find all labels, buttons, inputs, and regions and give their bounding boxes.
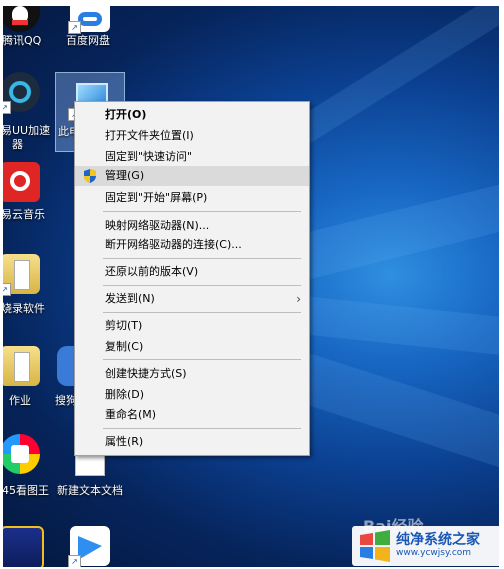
menu-item-properties[interactable]: 属性(R) (75, 432, 309, 452)
watermark-url: www.ycwjsy.com (396, 548, 472, 558)
site-watermark: 纯净系统之家 www.ycwjsy.com (352, 526, 502, 566)
folder-icon (3, 346, 40, 386)
menu-item-delete[interactable]: 删除(D) (75, 385, 309, 405)
windows-logo-icon (360, 530, 390, 562)
folder-icon: ↗ (3, 254, 40, 296)
menu-item-open[interactable]: 打开(O) (75, 105, 309, 125)
baidu-netdisk-icon: ↗ (68, 6, 110, 34)
desktop-icon-label: 腾讯QQ (3, 34, 42, 47)
desktop-icon-uu-accelerator[interactable]: ↗ 易UU加速 器 (3, 72, 51, 151)
uu-accelerator-icon: ↗ (3, 72, 40, 114)
qq-icon (3, 6, 40, 32)
menu-item-pin-start[interactable]: 固定到"开始"屏幕(P) (75, 188, 309, 208)
desktop-icon-label: 烧录软件 (3, 302, 45, 315)
desktop-icon-homework[interactable]: 作业 (3, 346, 51, 407)
chevron-right-icon: › (296, 292, 301, 306)
wallpaper-light-beam (299, 296, 499, 360)
desktop-icon-label: 作业 (9, 394, 31, 407)
netease-music-icon (3, 162, 40, 202)
menu-separator (103, 312, 301, 313)
menu-item-pin-quick-access[interactable]: 固定到"快速访问" (75, 147, 309, 167)
shortcut-arrow-icon: ↗ (68, 555, 81, 567)
wallpaper-light-beam (287, 351, 499, 473)
context-menu: 打开(O) 打开文件夹位置(I) 固定到"快速访问" 管理(G) 固定到"开始"… (74, 101, 310, 456)
menu-separator (103, 428, 301, 429)
desktop-icon-label: 易云音乐 (3, 208, 45, 221)
desktop-icon-2345-viewer[interactable]: 45看图王 (3, 434, 51, 497)
desktop-icon-label: 器 (12, 138, 23, 151)
menu-item-copy[interactable]: 复制(C) (75, 337, 309, 357)
desktop-icon-label: 易UU加速 (3, 124, 51, 137)
paper-plane-icon: ↗ (68, 526, 110, 567)
desktop-icon-burn-software[interactable]: ↗ 烧录软件 (3, 254, 51, 315)
shortcut-arrow-icon: ↗ (3, 101, 11, 114)
menu-separator (103, 211, 301, 212)
menu-item-disconnect-network-drive[interactable]: 断开网络驱动器的连接(C)... (75, 235, 309, 255)
shield-icon (84, 169, 96, 183)
desktop-icon-qq[interactable]: 腾讯QQ (3, 6, 51, 47)
menu-item-manage[interactable]: 管理(G) (75, 166, 309, 186)
image-viewer-icon (3, 434, 40, 474)
desktop-icon-label: 45看图王 (3, 484, 49, 497)
menu-separator (103, 359, 301, 360)
menu-item-cut[interactable]: 剪切(T) (75, 316, 309, 336)
desktop-icon-label: 新建文本文档 (57, 484, 123, 497)
menu-separator (103, 285, 301, 286)
menu-item-send-to[interactable]: 发送到(N) › (75, 289, 309, 309)
menu-separator (103, 258, 301, 259)
desktop-icon-label: 百度网盘 (66, 34, 110, 47)
desktop-icon-netease-music[interactable]: 易云音乐 (3, 162, 51, 221)
desktop-icon-feishu[interactable]: ↗ (59, 526, 121, 567)
menu-item-create-shortcut[interactable]: 创建快捷方式(S) (75, 364, 309, 384)
watermark-title: 纯净系统之家 (396, 532, 480, 548)
app-logo-icon (3, 526, 44, 567)
menu-item-restore-previous-versions[interactable]: 还原以前的版本(V) (75, 262, 309, 282)
desktop-icon-baidu-netdisk[interactable]: ↗ 百度网盘 (59, 6, 121, 47)
menu-item-rename[interactable]: 重命名(M) (75, 405, 309, 425)
desktop-icon-app[interactable] (3, 526, 53, 567)
shortcut-arrow-icon: ↗ (3, 283, 11, 296)
menu-item-map-network-drive[interactable]: 映射网络驱动器(N)... (75, 216, 309, 236)
wallpaper-light-beam (293, 173, 499, 281)
menu-item-open-file-location[interactable]: 打开文件夹位置(I) (75, 126, 309, 146)
